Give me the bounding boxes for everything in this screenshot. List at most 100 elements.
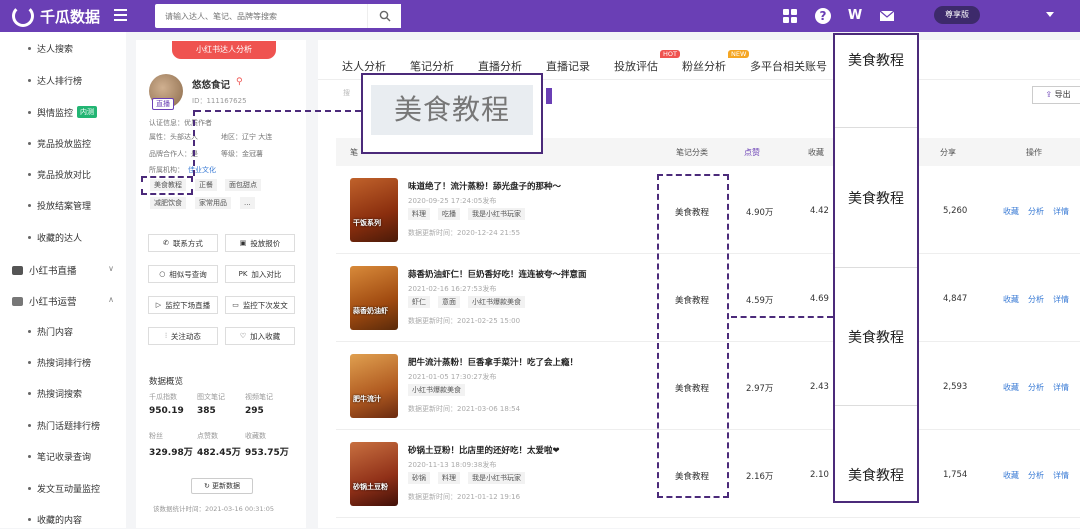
overlay-divider: [835, 127, 917, 128]
sidebar-item-label: 发文互动量监控: [37, 484, 101, 495]
sidebar-item-competitor-compare[interactable]: 竞品投放对比: [0, 164, 126, 184]
kol-analysis-button[interactable]: 小红书达人分析: [172, 41, 276, 59]
bullet-icon: [28, 329, 31, 333]
search-submit-button[interactable]: [546, 88, 552, 104]
collect-link[interactable]: 收藏: [1003, 294, 1019, 305]
note-title[interactable]: 味道绝了！流汁蒸粉！舔光盘子的那种～: [408, 180, 561, 192]
detail-link[interactable]: 详情: [1053, 382, 1069, 393]
sidebar-item-word-search[interactable]: 热搜词搜索: [0, 383, 126, 403]
export-button[interactable]: ⇪ 导出: [1032, 86, 1080, 104]
thumb-text: 砂锅土豆粉: [353, 483, 388, 491]
ops-icon: [12, 296, 23, 306]
note-thumbnail[interactable]: 砂锅土豆粉: [350, 442, 398, 506]
search-input[interactable]: [155, 11, 365, 21]
sidebar-item-label: 达人搜索: [37, 44, 74, 55]
col-collects[interactable]: 收藏: [808, 147, 824, 158]
user-menu-chevron-icon[interactable]: [1046, 12, 1054, 17]
note-title[interactable]: 蒜香奶油虾仁！巨奶香好吃！连连被夸～拌意面: [408, 268, 587, 280]
note-tag: 吃播: [438, 208, 460, 220]
note-title[interactable]: 砂锅土豆粉！比店里的还好吃！太爱啦❤: [408, 444, 560, 456]
note-updated: 数据更新时间：2021-02-25 15:00: [408, 317, 521, 325]
overlay-cell: 美食教程: [848, 330, 904, 346]
compare-icon: PK: [238, 270, 248, 278]
overview-title: 数据概览: [149, 377, 184, 387]
sidebar-item-engagement-monitor[interactable]: 发文互动量监控: [0, 478, 126, 498]
export-icon: ⇪: [1045, 90, 1055, 99]
col-likes[interactable]: 点赞: [744, 147, 760, 158]
tab-fans-analysis[interactable]: 粉丝分析: [682, 58, 726, 74]
note-thumbnail[interactable]: 蒜香奶油虾: [350, 266, 398, 330]
follow-button[interactable]: ⫶ 关注动态: [148, 327, 218, 345]
note-updated: 数据更新时间：2021-03-06 18:54: [408, 405, 521, 413]
sidebar-item-note-index[interactable]: 笔记收录查询: [0, 446, 126, 466]
note-tag: 小红书爆款美食: [468, 296, 525, 308]
sidebar-group-ops[interactable]: 小红书运营: [12, 294, 77, 308]
tab-kol-analysis[interactable]: 达人分析: [342, 58, 386, 74]
similar-search-button[interactable]: ○ 相似号查询: [148, 265, 218, 283]
stat-value: 953.75万: [245, 448, 289, 458]
tab-cross-platform[interactable]: 多平台相关账号: [750, 58, 827, 74]
sidebar-group-live[interactable]: 小红书直播: [12, 263, 77, 277]
profile-tag[interactable]: 减肥饮食: [150, 197, 186, 209]
chevron-down-icon[interactable]: ∨: [108, 264, 114, 273]
tab-campaign-eval[interactable]: 投放评估: [614, 58, 658, 74]
sidebar-item-campaign-report[interactable]: 投放结案管理: [0, 195, 126, 215]
analyze-link[interactable]: 分析: [1028, 382, 1044, 393]
sidebar-item-kol-search[interactable]: 达人搜索: [0, 38, 126, 58]
sidebar-item-hot-content[interactable]: 热门内容: [0, 321, 126, 341]
chevron-up-icon[interactable]: ∧: [108, 295, 114, 304]
quote-button[interactable]: ▣ 投放报价: [225, 234, 295, 252]
live-badge: 直播: [152, 98, 174, 110]
search-button[interactable]: [367, 4, 401, 28]
collect-link[interactable]: 收藏: [1003, 206, 1019, 217]
apps-grid-icon[interactable]: [782, 8, 798, 24]
detail-link[interactable]: 详情: [1053, 470, 1069, 481]
sidebar-item-hot-words[interactable]: 热搜词排行榜: [0, 352, 126, 372]
update-data-button[interactable]: ↻ 更新数据: [191, 478, 253, 494]
search-icon: ○: [159, 270, 166, 278]
thumb-text: 蒜香奶油虾: [353, 307, 388, 315]
sidebar-item-saved-kol[interactable]: 收藏的达人: [0, 227, 126, 247]
action-label: 监控下场直播: [165, 300, 211, 310]
bullet-icon: [28, 203, 31, 207]
analyze-link[interactable]: 分析: [1028, 294, 1044, 305]
note-title[interactable]: 肥牛流汁蒸粉！巨香拿手菜汁！吃了会上瘾！: [408, 356, 578, 368]
monitor-post-button[interactable]: ▭ 监控下次发文: [225, 296, 295, 314]
note-thumbnail[interactable]: 干饭系列: [350, 178, 398, 242]
sidebar-item-sentiment[interactable]: 舆情监控 内测: [0, 102, 126, 122]
profile-tag[interactable]: 面包甜点: [225, 179, 261, 191]
analyze-link[interactable]: 分析: [1028, 470, 1044, 481]
col-shares[interactable]: 分享: [940, 147, 956, 158]
add-compare-button[interactable]: PK 加入对比: [225, 265, 295, 283]
sidebar-item-competitor-monitor[interactable]: 竞品投放监控: [0, 133, 126, 153]
brand-logo[interactable]: 千瓜数据: [12, 5, 100, 27]
profile-tag[interactable]: 正餐: [195, 179, 217, 191]
favorite-button[interactable]: ♡ 加入收藏: [225, 327, 295, 345]
sidebar-item-saved-content[interactable]: 收藏的内容: [0, 509, 126, 529]
help-icon[interactable]: ?: [815, 8, 831, 24]
note-search-hint[interactable]: 搜: [343, 88, 350, 98]
note-likes: 4.90万: [746, 208, 774, 218]
update-time: 该数据统计时间：2021-03-16 00:31:05: [153, 505, 275, 513]
tab-live-records[interactable]: 直播记录: [546, 58, 590, 74]
note-thumbnail[interactable]: 肥牛流汁: [350, 354, 398, 418]
analyze-link[interactable]: 分析: [1028, 206, 1044, 217]
contact-button[interactable]: ✆ 联系方式: [148, 234, 218, 252]
profile-tag-more[interactable]: ...: [240, 197, 255, 209]
mail-icon[interactable]: [879, 8, 895, 24]
bullet-icon: [28, 517, 31, 521]
cart-icon[interactable]: W: [847, 8, 863, 24]
collect-link[interactable]: 收藏: [1003, 382, 1019, 393]
tab-live-analysis[interactable]: 直播分析: [478, 58, 522, 74]
note-shares: 1,754: [943, 470, 968, 480]
sidebar-item-kol-ranking[interactable]: 达人排行榜: [0, 70, 126, 90]
detail-link[interactable]: 详情: [1053, 294, 1069, 305]
bullet-icon: [28, 78, 31, 82]
collect-link[interactable]: 收藏: [1003, 470, 1019, 481]
detail-link[interactable]: 详情: [1053, 206, 1069, 217]
monitor-live-button[interactable]: ▷ 监控下场直播: [148, 296, 218, 314]
sidebar-item-topic-ranking[interactable]: 热门话题排行榜: [0, 415, 126, 435]
menu-toggle-icon[interactable]: [114, 9, 127, 21]
profile-tag[interactable]: 家常用品: [195, 197, 231, 209]
vip-badge[interactable]: 尊享版: [934, 6, 980, 24]
